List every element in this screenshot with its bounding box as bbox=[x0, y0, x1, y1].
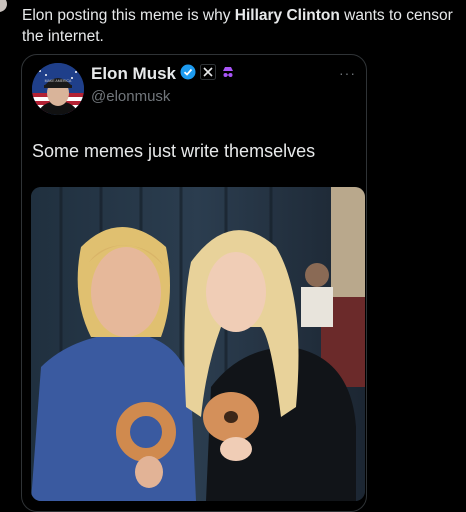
incognito-icon bbox=[220, 64, 236, 80]
more-options-icon[interactable]: ··· bbox=[339, 65, 356, 81]
post-text-bold: Hillary Clinton bbox=[234, 7, 340, 24]
quoted-badges bbox=[180, 64, 236, 80]
quoted-avatar[interactable]: MAKE AMERICA bbox=[32, 63, 84, 115]
avatar-hat-text: MAKE AMERICA bbox=[45, 79, 72, 83]
post-text-start: Elon posting this meme is why bbox=[22, 7, 235, 24]
post-text: Elon posting this meme is why Hillary Cl… bbox=[22, 5, 458, 47]
avatar-flag-image: MAKE AMERICA bbox=[32, 63, 84, 115]
quoted-display-name[interactable]: Elon Musk bbox=[91, 64, 176, 84]
quoted-handle[interactable]: @elonmusk bbox=[91, 88, 170, 105]
quoted-post-photo[interactable] bbox=[31, 187, 365, 501]
poster-avatar[interactable] bbox=[0, 0, 7, 12]
x-affiliate-icon[interactable] bbox=[200, 64, 216, 80]
photo-illustration bbox=[31, 187, 365, 501]
quoted-post-card[interactable]: MAKE AMERICA Elon Musk @elonmusk ··· Som… bbox=[21, 54, 367, 512]
verified-badge-icon bbox=[180, 64, 196, 80]
quoted-post-text: Some memes just write themselves bbox=[32, 141, 316, 161]
